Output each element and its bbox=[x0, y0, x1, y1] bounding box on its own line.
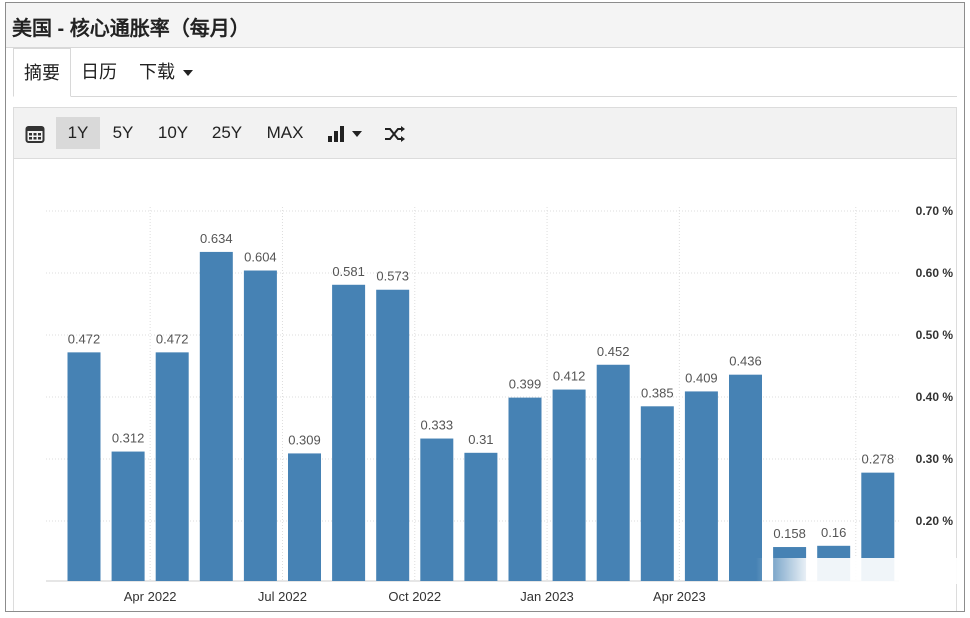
bar[interactable] bbox=[376, 289, 410, 581]
page-title: 美国 - 核心通胀率（每月） bbox=[12, 18, 250, 40]
watermark-fade bbox=[756, 558, 964, 584]
bar[interactable] bbox=[155, 352, 189, 581]
y-tick-label: 0.30 % bbox=[916, 452, 954, 466]
range-10y-button[interactable]: 10Y bbox=[152, 117, 194, 149]
data-label: 0.399 bbox=[509, 377, 542, 392]
tab-summary-label: 摘要 bbox=[24, 63, 60, 83]
y-tick-label: 0.60 % bbox=[916, 266, 954, 280]
data-label: 0.634 bbox=[200, 231, 233, 246]
range-5y-button[interactable]: 5Y bbox=[105, 117, 141, 149]
bar[interactable] bbox=[464, 452, 498, 581]
tab-calendar[interactable]: 日历 bbox=[81, 48, 117, 96]
data-label: 0.31 bbox=[468, 432, 493, 447]
tab-bar: 摘要 日历 下载 bbox=[13, 48, 957, 97]
data-label: 0.581 bbox=[332, 264, 365, 279]
range-25y-button[interactable]: 25Y bbox=[206, 117, 248, 149]
data-label: 0.436 bbox=[729, 354, 762, 369]
data-label: 0.312 bbox=[112, 431, 145, 446]
data-label: 0.158 bbox=[773, 526, 806, 541]
bar[interactable] bbox=[552, 389, 586, 581]
bar[interactable] bbox=[199, 251, 233, 582]
range-max-button[interactable]: MAX bbox=[260, 117, 310, 149]
data-label: 0.309 bbox=[288, 432, 321, 447]
data-label: 0.409 bbox=[685, 370, 718, 385]
data-label: 0.472 bbox=[68, 331, 101, 346]
data-label: 0.278 bbox=[862, 452, 895, 467]
y-tick-label: 0.20 % bbox=[916, 514, 954, 528]
chart-widget: 美国 - 核心通胀率（每月） 摘要 日历 下载 1Y 5Y 10Y 25Y MA… bbox=[5, 2, 965, 612]
tab-summary[interactable]: 摘要 bbox=[13, 48, 71, 97]
data-label: 0.452 bbox=[597, 344, 630, 359]
chart-area: 0.20 % 0.30 % 0.40 % 0.50 % 0.60 % 0.70 % 0.47… bbox=[13, 159, 957, 611]
x-tick-label: Oct 2022 bbox=[388, 589, 441, 604]
x-tick-label: Jan 2023 bbox=[520, 589, 574, 604]
x-tick-label: Apr 2022 bbox=[124, 589, 177, 604]
chart-toolbar: 1Y 5Y 10Y 25Y MAX bbox=[13, 107, 957, 159]
y-tick-label: 0.70 % bbox=[916, 204, 954, 218]
compare-button[interactable] bbox=[380, 117, 410, 149]
chevron-down-icon bbox=[183, 70, 193, 77]
bar[interactable] bbox=[111, 451, 145, 581]
bar-chart-icon bbox=[327, 125, 344, 142]
data-label: 0.412 bbox=[553, 369, 586, 384]
bar[interactable] bbox=[596, 364, 630, 581]
bar-chart: 0.20 % 0.30 % 0.40 % 0.50 % 0.60 % 0.70 % 0.47… bbox=[46, 204, 954, 604]
bar[interactable] bbox=[684, 391, 718, 581]
data-label: 0.333 bbox=[421, 418, 454, 433]
data-label: 0.472 bbox=[156, 331, 189, 346]
range-1y-button[interactable]: 1Y bbox=[56, 117, 100, 149]
y-tick-label: 0.50 % bbox=[916, 328, 954, 342]
bar[interactable] bbox=[508, 397, 542, 581]
tab-download[interactable]: 下载 bbox=[139, 48, 193, 96]
y-tick-label: 0.40 % bbox=[916, 390, 954, 404]
data-label: 0.573 bbox=[376, 269, 409, 284]
bar[interactable] bbox=[67, 352, 101, 581]
calendar-button[interactable] bbox=[20, 117, 50, 149]
shuffle-icon bbox=[385, 125, 405, 142]
x-tick-label: Jul 2022 bbox=[258, 589, 307, 604]
data-label: 0.16 bbox=[821, 525, 846, 540]
bar[interactable] bbox=[332, 284, 366, 581]
bar[interactable] bbox=[420, 438, 454, 581]
x-tick-label: Apr 2023 bbox=[653, 589, 706, 604]
chevron-down-icon bbox=[351, 130, 362, 137]
data-label: 0.385 bbox=[641, 385, 674, 400]
calendar-icon bbox=[25, 125, 45, 143]
data-label: 0.604 bbox=[244, 250, 277, 265]
bar[interactable] bbox=[288, 453, 321, 581]
tab-download-label: 下载 bbox=[139, 62, 175, 82]
bar[interactable] bbox=[640, 406, 674, 581]
title-bar: 美国 - 核心通胀率（每月） bbox=[6, 3, 964, 48]
bar[interactable] bbox=[729, 374, 762, 581]
bar[interactable] bbox=[243, 270, 277, 581]
tab-calendar-label: 日历 bbox=[81, 62, 117, 82]
chart-type-button[interactable] bbox=[322, 117, 366, 149]
